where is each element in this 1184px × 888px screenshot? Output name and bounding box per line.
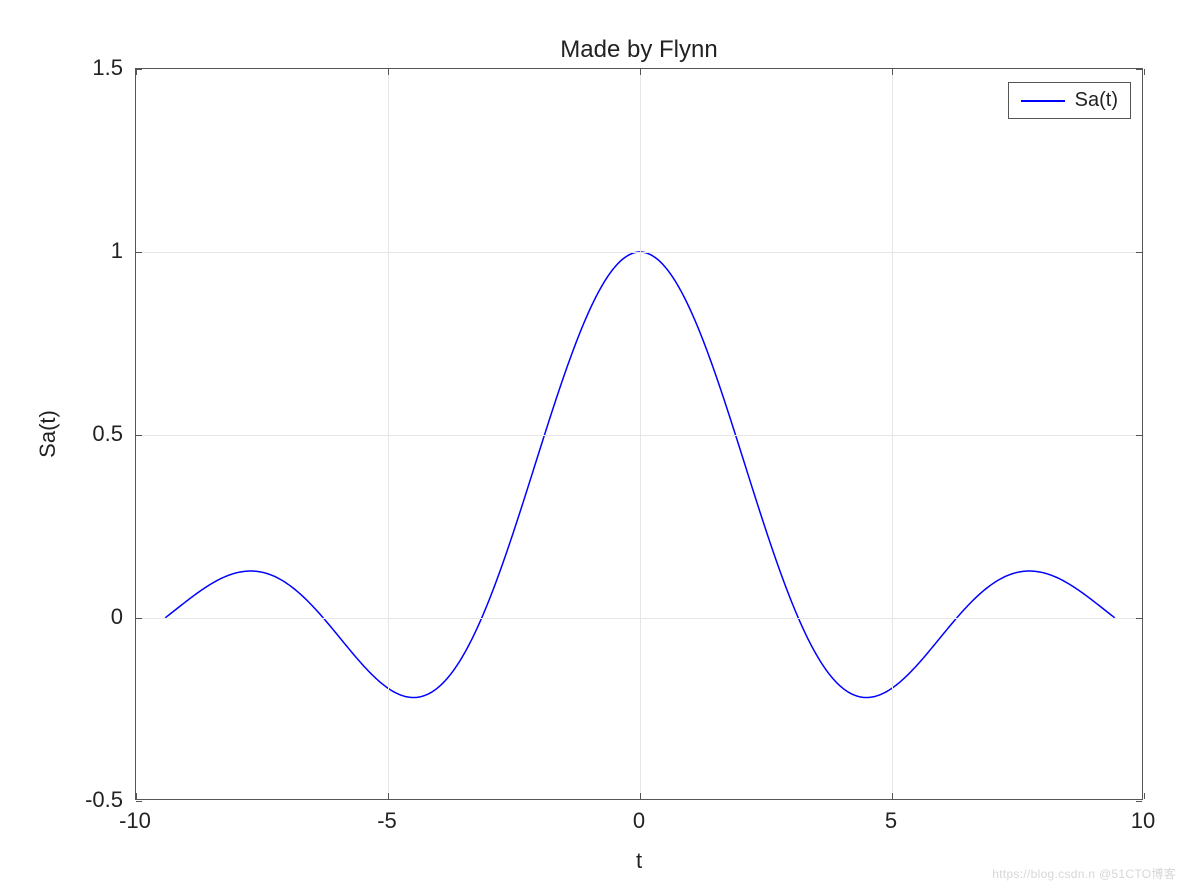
y-tick-mark (136, 435, 142, 436)
plot-area (135, 68, 1143, 800)
y-tick-mark (1136, 435, 1142, 436)
grid-line-horizontal (136, 618, 1142, 619)
chart-title: Made by Flynn (560, 36, 717, 64)
grid-line-horizontal (136, 252, 1142, 253)
y-tick-mark (136, 618, 142, 619)
grid-line-vertical (388, 69, 389, 799)
grid-line-vertical (640, 69, 641, 799)
grid-line-horizontal (136, 435, 1142, 436)
y-tick-mark (1136, 801, 1142, 802)
legend: Sa(t) (1008, 82, 1131, 119)
grid-line-vertical (892, 69, 893, 799)
y-tick-mark (1136, 618, 1142, 619)
chart-container: Made by Flynn t Sa(t) Sa(t) https://blog… (0, 0, 1184, 888)
y-tick-label: 0 (111, 604, 123, 630)
x-tick-label: 5 (885, 808, 897, 834)
x-tick-label: -5 (377, 808, 397, 834)
legend-swatch (1021, 100, 1065, 102)
y-tick-mark (1136, 252, 1142, 253)
x-axis-label: t (636, 848, 642, 874)
x-tick-mark (892, 793, 893, 799)
x-tick-mark (640, 793, 641, 799)
y-tick-mark (1136, 69, 1142, 70)
y-tick-label: -0.5 (85, 787, 123, 813)
y-tick-mark (136, 69, 142, 70)
x-tick-mark (1144, 69, 1145, 75)
y-tick-label: 1.5 (92, 55, 123, 81)
x-tick-mark (136, 793, 137, 799)
y-tick-mark (136, 252, 142, 253)
legend-entry-label: Sa(t) (1075, 89, 1118, 112)
x-tick-mark (388, 793, 389, 799)
y-tick-mark (136, 801, 142, 802)
x-tick-mark (892, 69, 893, 75)
x-tick-label: 0 (633, 808, 645, 834)
watermark: https://blog.csdn.n @51CTO博客 (992, 865, 1176, 882)
y-tick-label: 1 (111, 238, 123, 264)
y-tick-label: 0.5 (92, 421, 123, 447)
x-tick-label: -10 (119, 808, 151, 834)
y-axis-label: Sa(t) (35, 410, 61, 458)
x-tick-mark (640, 69, 641, 75)
x-tick-mark (388, 69, 389, 75)
x-tick-mark (1144, 793, 1145, 799)
x-tick-label: 10 (1131, 808, 1155, 834)
